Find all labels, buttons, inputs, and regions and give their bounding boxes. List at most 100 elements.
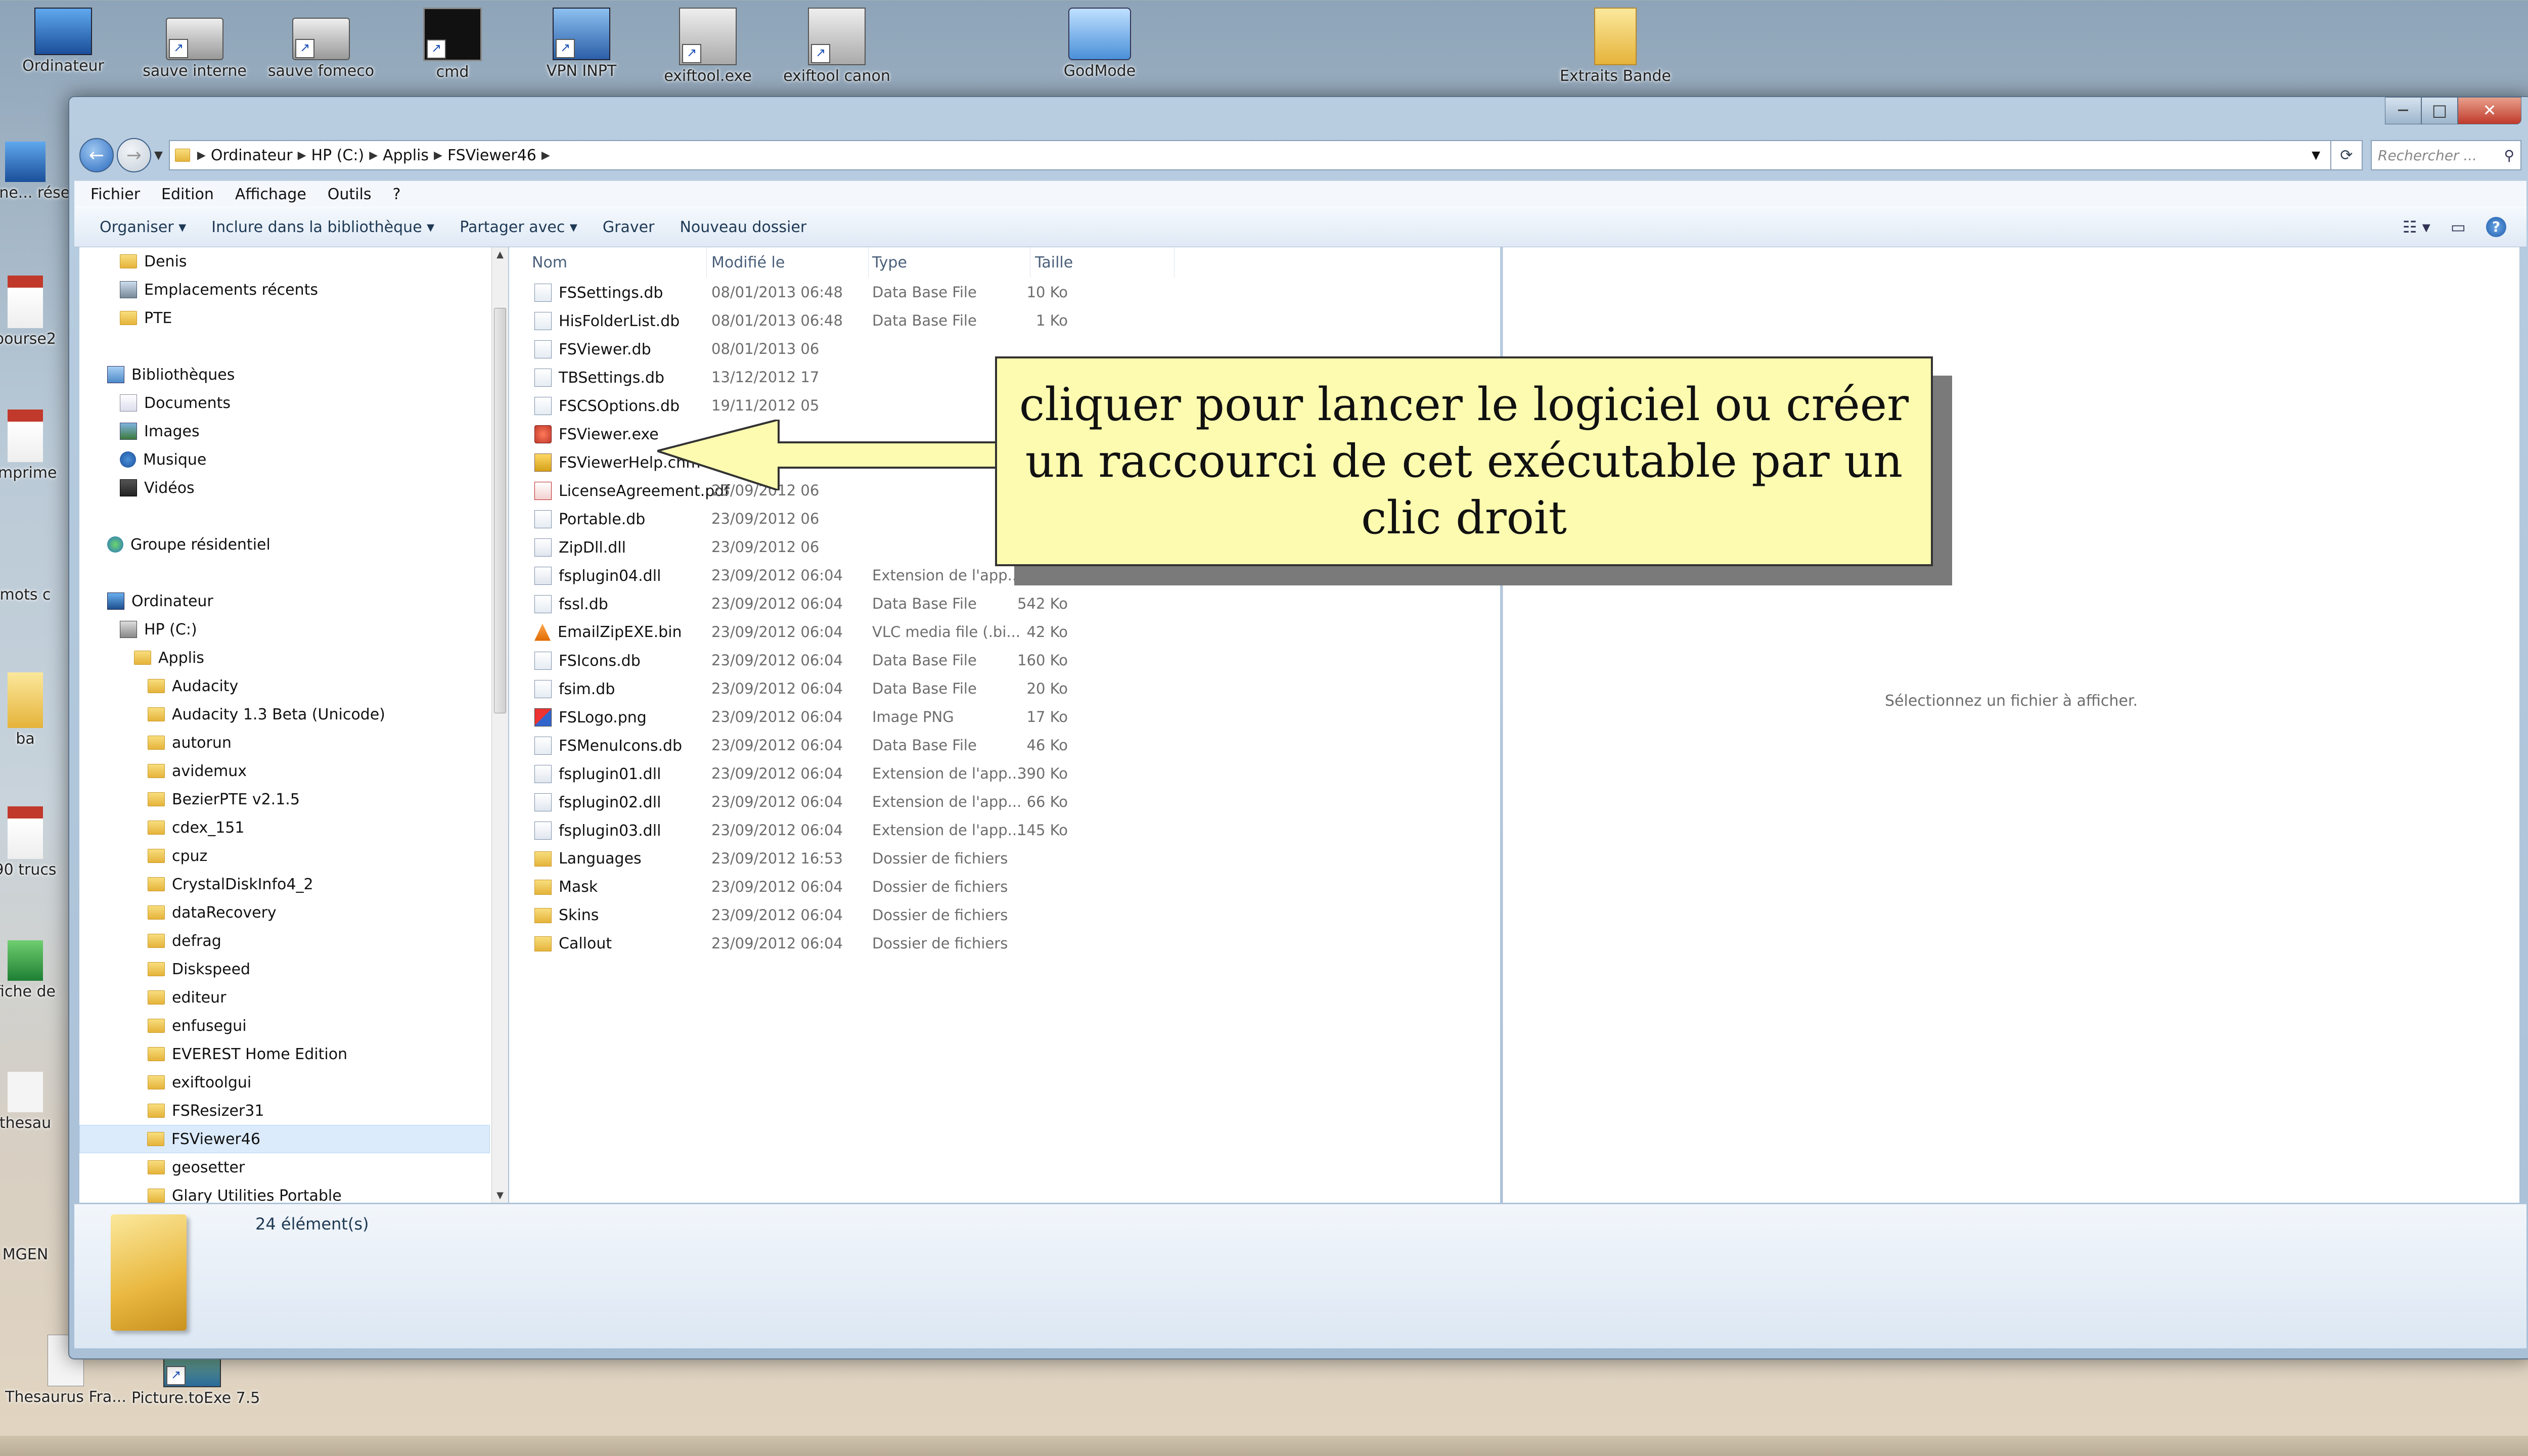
file-row[interactable]: fsim.db 23/09/2012 06:04 Data Base File 20 … <box>509 674 1343 702</box>
maximize-button[interactable]: □ <box>2421 97 2458 124</box>
nav-item-denis[interactable]: Denis <box>120 247 187 276</box>
file-row[interactable]: Mask 23/09/2012 06:04 Dossier de fichiers <box>509 872 1343 900</box>
nav-item-libraries[interactable]: Bibliothèques <box>107 360 235 389</box>
desktop-icon-vpn[interactable]: ↗ VPN INPT <box>521 8 642 80</box>
explorer-window[interactable]: ─ □ ✕ ← → ▼ ▶ Ordinateur ▶ HP (C:) ▶ App… <box>68 96 2528 1359</box>
preview-pane-icon[interactable]: ▭ <box>2451 217 2466 237</box>
file-row[interactable]: EmailZipEXE.bin 23/09/2012 06:04 VLC media… <box>509 617 1343 646</box>
nav-item-videos[interactable]: Vidéos <box>120 474 195 502</box>
nav-item-crystaldiskinfo[interactable]: CrystalDiskInfo4_2 <box>148 870 313 898</box>
search-input[interactable]: Rechercher ... ⚲ <box>2371 140 2521 170</box>
nav-item-audacity[interactable]: Audacity <box>148 672 238 700</box>
desktop-icon-sauve-fomeco[interactable]: ↗ sauve fomeco <box>260 8 382 80</box>
column-separator[interactable] <box>706 247 707 278</box>
nav-scrollbar[interactable]: ▲ ▼ <box>491 247 508 1203</box>
file-row[interactable]: FSLogo.png 23/09/2012 06:04 Image PNG 17 Ko <box>509 702 1343 731</box>
address-dropdown-icon[interactable]: ▼ <box>2312 149 2320 162</box>
address-bar[interactable]: ▶ Ordinateur ▶ HP (C:) ▶ Applis ▶ FSView… <box>168 140 2331 170</box>
file-row[interactable]: FSIcons.db 23/09/2012 06:04 Data Base File… <box>509 646 1343 674</box>
chevron-right-icon[interactable]: ▶ <box>197 149 206 162</box>
file-name-cell[interactable]: FSSettings.db <box>534 284 663 302</box>
nav-item-applis[interactable]: Applis <box>134 644 204 672</box>
nav-item-music[interactable]: Musique <box>120 445 206 474</box>
breadcrumb-ordinateur[interactable]: Ordinateur <box>211 147 293 164</box>
file-name-cell[interactable]: FSCSOptions.db <box>534 397 680 415</box>
nav-item-exiftoolgui[interactable]: exiftoolgui <box>148 1068 251 1097</box>
file-name-cell[interactable]: Skins <box>534 906 599 924</box>
column-header-type[interactable]: Type <box>872 247 907 278</box>
nav-item-cpuz[interactable]: cpuz <box>148 842 207 870</box>
nav-item-everest[interactable]: EVEREST Home Edition <box>148 1040 347 1068</box>
navigation-pane[interactable]: Denis Emplacements récents PTE Bibliothè… <box>79 247 492 1203</box>
nav-item-audacity-beta[interactable]: Audacity 1.3 Beta (Unicode) <box>148 700 385 729</box>
file-name-cell[interactable]: FSViewer.exe <box>534 425 659 443</box>
breadcrumb-fsviewer46[interactable]: FSViewer46 <box>447 147 536 164</box>
desktop-icon-cmd[interactable]: ↗ cmd <box>392 8 513 81</box>
new-folder-button[interactable]: Nouveau dossier <box>680 218 806 236</box>
file-name-cell[interactable]: fsplugin04.dll <box>534 567 661 585</box>
organize-button[interactable]: Organiser ▾ <box>100 218 186 236</box>
file-name-cell[interactable]: ZipDll.dll <box>534 538 626 557</box>
help-icon[interactable]: ? <box>2486 217 2506 237</box>
chevron-right-icon[interactable]: ▶ <box>298 149 306 162</box>
nav-item-diskspeed[interactable]: Diskspeed <box>148 955 250 983</box>
file-row[interactable]: fssl.db 23/09/2012 06:04 Data Base File 542… <box>509 589 1343 617</box>
menu-help[interactable]: ? <box>392 186 400 203</box>
menu-edition[interactable]: Edition <box>161 186 214 203</box>
file-row[interactable]: fsplugin02.dll 23/09/2012 06:04 Extension … <box>509 787 1343 815</box>
nav-item-editeur[interactable]: editeur <box>148 983 226 1012</box>
nav-item-defrag[interactable]: defrag <box>148 927 221 955</box>
nav-item-bezierpte[interactable]: BezierPTE v2.1.5 <box>148 785 300 813</box>
nav-item-datarecovery[interactable]: dataRecovery <box>148 898 277 927</box>
desktop-icon-godmode[interactable]: GodMode <box>1039 8 1160 80</box>
file-row[interactable]: Languages 23/09/2012 16:53 Dossier de fich… <box>509 844 1343 872</box>
file-name-cell[interactable]: fsplugin01.dll <box>534 765 661 783</box>
nav-item-hp-c[interactable]: HP (C:) <box>120 615 197 644</box>
column-header-name[interactable]: Nom <box>532 247 567 278</box>
file-row[interactable]: FSMenuIcons.db 23/09/2012 06:04 Data Base … <box>509 731 1343 759</box>
file-name-cell[interactable]: FSMenuIcons.db <box>534 737 682 755</box>
nav-item-autorun[interactable]: autorun <box>148 729 232 757</box>
scroll-up-icon[interactable]: ▲ <box>492 249 508 260</box>
desktop-icon-exiftool-canon[interactable]: ↗ exiftool canon <box>776 8 897 85</box>
nav-item-images[interactable]: Images <box>120 417 200 445</box>
file-name-cell[interactable]: FSIcons.db <box>534 652 641 670</box>
desktop-icon-extraits-bande[interactable]: Extraits Bande <box>1555 8 1676 85</box>
nav-item-geosetter[interactable]: geosetter <box>148 1153 245 1181</box>
file-name-cell[interactable]: Callout <box>534 935 612 952</box>
burn-button[interactable]: Graver <box>603 218 655 236</box>
chevron-right-icon[interactable]: ▶ <box>369 149 378 162</box>
scrollbar-thumb[interactable] <box>494 308 506 713</box>
file-name-cell[interactable]: fsim.db <box>534 680 615 698</box>
file-name-cell[interactable]: Portable.db <box>534 510 645 528</box>
nav-item-documents[interactable]: Documents <box>120 389 231 417</box>
menu-affichage[interactable]: Affichage <box>235 186 306 203</box>
breadcrumb-applis[interactable]: Applis <box>383 147 429 164</box>
chevron-right-icon[interactable]: ▶ <box>541 149 550 162</box>
desktop-icon-exiftool[interactable]: ↗ exiftool.exe <box>647 8 769 85</box>
column-header-size[interactable]: Taille <box>1035 247 1073 278</box>
nav-item-homegroup[interactable]: Groupe résidentiel <box>107 530 270 559</box>
nav-item-avidemux[interactable]: avidemux <box>148 757 247 785</box>
forward-button[interactable]: → <box>117 138 151 172</box>
nav-item-pte[interactable]: PTE <box>120 304 172 332</box>
file-name-cell[interactable]: EmailZipEXE.bin <box>534 623 682 641</box>
file-name-cell[interactable]: fsplugin02.dll <box>534 793 661 811</box>
file-name-cell[interactable]: FSViewer.db <box>534 340 651 358</box>
include-in-library-button[interactable]: Inclure dans la bibliothèque ▾ <box>211 218 434 236</box>
file-row[interactable]: fsplugin01.dll 23/09/2012 06:04 Extension … <box>509 759 1343 787</box>
file-row[interactable]: Skins 23/09/2012 06:04 Dossier de fichiers <box>509 900 1343 929</box>
file-row[interactable]: HisFolderList.db 08/01/2013 06:48 Data Bas… <box>509 306 1343 334</box>
desktop-icon-computer[interactable]: Ordinateur <box>3 8 124 75</box>
nav-item-cdex[interactable]: cdex_151 <box>148 813 244 842</box>
file-row[interactable]: Callout 23/09/2012 06:04 Dossier de fichie… <box>509 929 1343 957</box>
nav-item-recent-places[interactable]: Emplacements récents <box>120 276 318 304</box>
menu-outils[interactable]: Outils <box>328 186 372 203</box>
chevron-right-icon[interactable]: ▶ <box>434 149 442 162</box>
nav-item-enfusegui[interactable]: enfusegui <box>148 1012 247 1040</box>
column-separator[interactable] <box>868 247 869 278</box>
file-name-cell[interactable]: Languages <box>534 850 642 868</box>
share-with-button[interactable]: Partager avec ▾ <box>460 218 577 236</box>
column-separator[interactable] <box>1174 247 1175 278</box>
file-name-cell[interactable]: HisFolderList.db <box>534 312 680 330</box>
